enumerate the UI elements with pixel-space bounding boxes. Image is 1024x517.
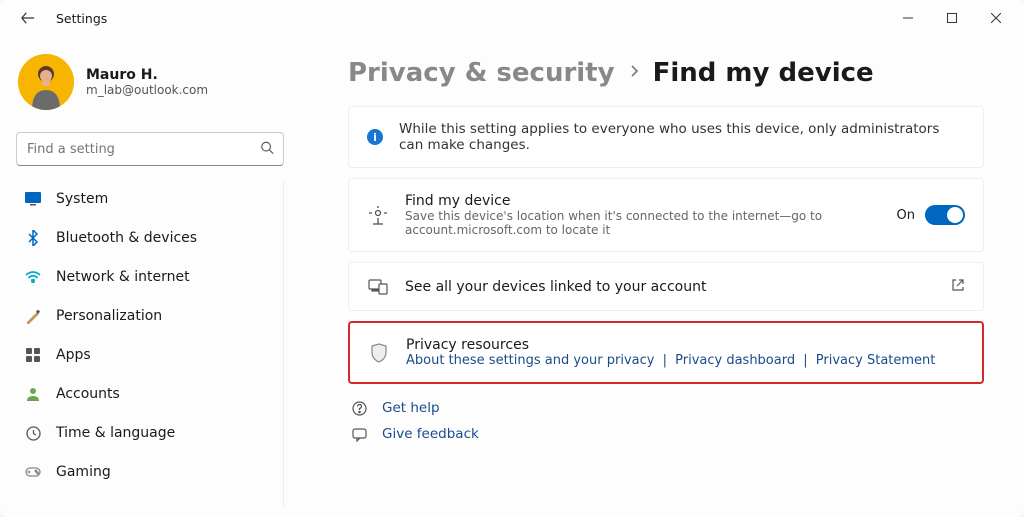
sidebar-item-label: Apps [56,347,91,363]
breadcrumb-parent[interactable]: Privacy & security [348,58,615,88]
page-title: Find my device [653,58,874,88]
window-title: Settings [56,11,107,26]
sidebar-item-label: Network & internet [56,269,190,285]
info-banner: i While this setting applies to everyone… [348,106,984,168]
sidebar-item-accounts[interactable]: Accounts [16,375,277,413]
privacy-resources-card: Privacy resources About these settings a… [348,321,984,384]
give-feedback-label: Give feedback [382,426,479,442]
find-my-device-setting: Find my device Save this device's locati… [348,178,984,252]
profile-section[interactable]: Mauro H. m_lab@outlook.com [16,46,284,124]
sidebar-item-bluetooth[interactable]: Bluetooth & devices [16,219,277,257]
divider: | [663,353,667,368]
gaming-icon [24,463,42,481]
setting-description: Save this device's location when it's co… [405,209,881,237]
accounts-icon [24,385,42,403]
profile-email: m_lab@outlook.com [86,83,208,97]
back-button[interactable] [14,4,42,32]
get-help-label: Get help [382,400,440,416]
linked-devices-label: See all your devices linked to your acco… [405,279,935,295]
search-input[interactable] [16,132,284,166]
chevron-right-icon [629,64,639,82]
close-button[interactable] [974,2,1018,34]
help-icon [350,401,368,416]
breadcrumb: Privacy & security Find my device [348,58,984,88]
sidebar-item-label: System [56,191,108,207]
search-icon [260,140,274,159]
setting-title: Find my device [405,193,881,209]
sidebar-item-personalization[interactable]: Personalization [16,297,277,335]
location-icon [367,205,389,225]
link-privacy-dashboard[interactable]: Privacy dashboard [675,353,795,368]
find-my-device-toggle[interactable] [925,205,965,225]
divider: | [803,353,807,368]
get-help-link[interactable]: Get help [348,400,984,416]
system-icon [24,190,42,208]
info-text: While this setting applies to everyone w… [399,121,965,153]
shield-icon [368,343,390,363]
sidebar-item-label: Bluetooth & devices [56,230,197,246]
clock-icon [24,424,42,442]
link-about-privacy[interactable]: About these settings and your privacy [406,353,654,368]
sidebar-item-system[interactable]: System [16,180,277,218]
linked-devices-link[interactable]: See all your devices linked to your acco… [348,262,984,311]
resources-title: Privacy resources [406,337,964,353]
sidebar-item-label: Gaming [56,464,111,480]
sidebar-item-network[interactable]: Network & internet [16,258,277,296]
maximize-button[interactable] [930,2,974,34]
apps-icon [24,346,42,364]
avatar [18,54,74,110]
personalization-icon [24,307,42,325]
info-icon: i [367,129,383,145]
feedback-icon [350,427,368,442]
bluetooth-icon [24,229,42,247]
search-box [16,132,284,166]
sidebar-item-label: Accounts [56,386,120,402]
sidebar-item-time-language[interactable]: Time & language [16,414,277,452]
give-feedback-link[interactable]: Give feedback [348,426,984,442]
external-link-icon [951,277,965,296]
network-icon [24,268,42,286]
devices-icon [367,279,389,295]
minimize-button[interactable] [886,2,930,34]
toggle-label: On [897,208,915,223]
sidebar-item-gaming[interactable]: Gaming [16,453,277,491]
link-privacy-statement[interactable]: Privacy Statement [816,353,936,368]
sidebar-item-label: Personalization [56,308,162,324]
sidebar-item-label: Time & language [56,425,175,441]
profile-name: Mauro H. [86,67,208,83]
sidebar-item-apps[interactable]: Apps [16,336,277,374]
